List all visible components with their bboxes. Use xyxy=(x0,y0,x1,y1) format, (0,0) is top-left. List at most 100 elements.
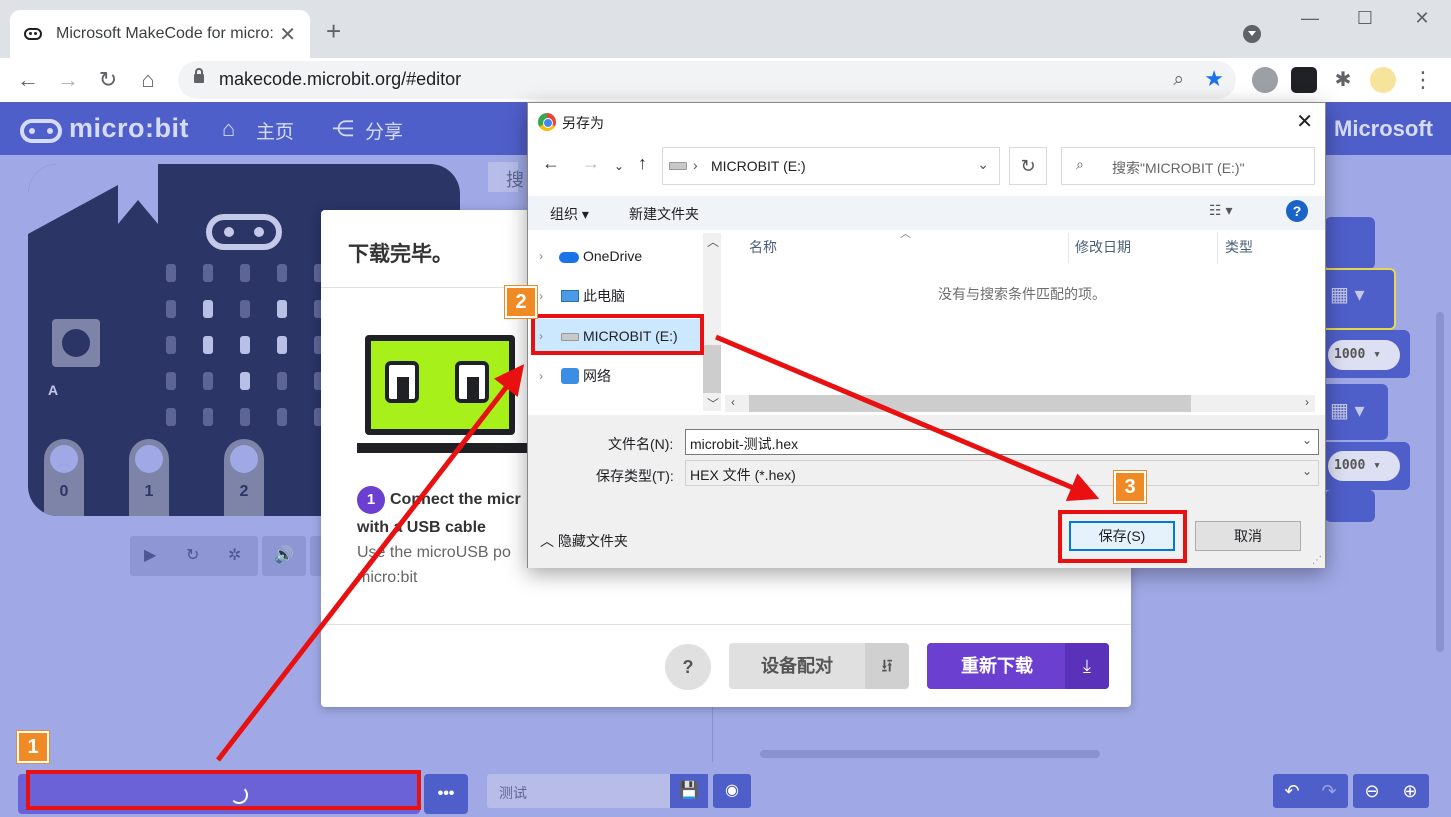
home-nav-icon[interactable]: ⌂ xyxy=(222,116,235,142)
path-breadcrumb[interactable]: › MICROBIT (E:) ⌄ xyxy=(662,147,1000,185)
nav-onedrive[interactable]: › OneDrive xyxy=(531,239,703,273)
lock-icon[interactable] xyxy=(194,68,204,83)
back-icon[interactable]: ← xyxy=(542,153,560,174)
extension-globe-icon[interactable] xyxy=(1252,67,1278,93)
chevron-down-icon[interactable]: ⌄ xyxy=(1302,464,1312,478)
save-project-icon[interactable]: 💾 xyxy=(670,774,708,808)
star-icon[interactable]: ★ xyxy=(1204,66,1224,92)
block-show-icon-2[interactable]: ▦ ▾ xyxy=(1320,384,1388,440)
sim-face-logo-icon[interactable] xyxy=(206,214,282,250)
search-box[interactable]: ⌕ 搜索"MICROBIT (E:)" xyxy=(1061,147,1315,185)
expand-arrow-icon[interactable]: › xyxy=(539,279,543,313)
new-tab-icon[interactable]: + xyxy=(326,18,341,44)
nav-this-pc[interactable]: › 此电脑 xyxy=(531,279,703,313)
undo-icon[interactable]: ↶ xyxy=(1273,774,1311,808)
hide-folders-toggle[interactable]: ︿ 隐藏文件夹 xyxy=(540,531,628,551)
profile-icon[interactable] xyxy=(1370,67,1396,93)
window-close-icon[interactable]: ✕ xyxy=(1402,8,1442,29)
home-icon[interactable]: ⌂ xyxy=(132,64,164,96)
redownload-button[interactable]: 重新下载 ⤓ xyxy=(927,643,1109,689)
resize-grip-icon[interactable]: ⋰ xyxy=(1312,555,1322,566)
expand-arrow-icon[interactable]: › xyxy=(539,359,543,393)
file-list-hscroll[interactable]: ‹ › xyxy=(725,395,1315,412)
restart-icon[interactable]: ↻ xyxy=(186,536,199,576)
block-show-icon[interactable]: ▦ ▾ xyxy=(1318,268,1396,330)
led xyxy=(166,408,176,426)
column-name[interactable]: 名称 xyxy=(749,237,777,257)
back-icon[interactable]: ← xyxy=(12,64,44,96)
debug-icon[interactable]: ✲ xyxy=(228,536,241,576)
view-options-icon[interactable]: ☷ ▾ xyxy=(1209,202,1232,219)
refresh-icon[interactable]: ↻ xyxy=(1009,147,1047,185)
extensions-icon[interactable]: ✱ xyxy=(1327,64,1359,96)
new-folder-button[interactable]: 新建文件夹 xyxy=(629,204,699,224)
browser-tab[interactable]: Microsoft MakeCode for micro:bit ✕ xyxy=(10,10,310,58)
help-button[interactable]: ? xyxy=(665,644,711,690)
file-list[interactable] xyxy=(725,233,1315,411)
breadcrumb-drive[interactable]: MICROBIT (E:) xyxy=(711,158,806,174)
up-folder-icon[interactable]: ↑ xyxy=(638,153,647,174)
column-divider[interactable] xyxy=(1068,233,1069,263)
nav-home[interactable]: 主页 xyxy=(256,117,294,144)
redo-icon[interactable]: ↷ xyxy=(1310,774,1348,808)
zoom-out-icon[interactable]: ⊖ xyxy=(1353,774,1391,808)
share-icon[interactable]: ⋲ xyxy=(332,116,354,142)
scroll-down-icon[interactable]: ﹀ xyxy=(707,395,719,412)
project-name-input[interactable]: 测试 xyxy=(487,774,671,808)
minimize-icon[interactable]: — xyxy=(1290,8,1330,29)
cancel-button[interactable]: 取消 xyxy=(1195,521,1301,551)
organize-button[interactable]: 组织 ▾ xyxy=(550,204,589,224)
github-icon[interactable]: ◉ xyxy=(713,774,751,808)
nav-pane-scrollbar[interactable]: ︿ ﹀ xyxy=(703,233,721,411)
forward-icon[interactable]: → xyxy=(582,153,600,174)
sim-button-a[interactable] xyxy=(52,319,100,367)
more-options-button[interactable]: ••• xyxy=(424,774,468,814)
toolbox-search[interactable]: 搜 xyxy=(488,162,524,192)
address-bar[interactable]: makecode.microbit.org/#editor ⌕ ★ xyxy=(178,61,1236,99)
reload-icon[interactable]: ↻ xyxy=(92,64,124,96)
pause-value-1[interactable]: 1000 ▾ xyxy=(1328,340,1400,370)
column-divider[interactable] xyxy=(1217,233,1218,263)
path-dropdown-icon[interactable]: ⌄ xyxy=(977,156,989,173)
pin-0[interactable]: 0 xyxy=(44,439,84,516)
maximize-icon[interactable]: ☐ xyxy=(1345,8,1385,29)
pin-2[interactable]: 2 xyxy=(224,439,264,516)
url-text[interactable]: makecode.microbit.org/#editor xyxy=(219,69,461,90)
block-on-start[interactable] xyxy=(1325,217,1375,269)
zoom-in-icon[interactable]: ⊕ xyxy=(1391,774,1429,808)
nav-share[interactable]: 分享 xyxy=(365,117,403,144)
mute-icon[interactable]: 🔊 xyxy=(262,536,306,576)
microbit-logo-text[interactable]: micro:bit xyxy=(69,113,189,144)
scroll-up-icon[interactable]: ︿ xyxy=(707,233,719,250)
block-forever-end[interactable] xyxy=(1325,490,1375,522)
menu-icon[interactable]: ⋮ xyxy=(1407,64,1439,96)
pin-1[interactable]: 1 xyxy=(129,439,169,516)
tab-search-icon[interactable] xyxy=(1243,25,1261,43)
pause-value-2[interactable]: 1000 ▾ xyxy=(1328,451,1400,481)
breadcrumb-chevron-icon[interactable]: › xyxy=(693,157,698,173)
workspace-vscroll[interactable] xyxy=(1436,312,1444,652)
expand-arrow-icon[interactable]: › xyxy=(539,239,543,273)
help-icon[interactable]: ? xyxy=(1286,200,1308,222)
tab-close-icon[interactable]: ✕ xyxy=(279,22,296,47)
chevron-down-icon[interactable]: ⌄ xyxy=(1302,433,1312,447)
workspace-hscroll[interactable] xyxy=(760,750,1100,758)
pair-device-button[interactable]: 设备配对 ⭿ xyxy=(729,643,909,689)
microbit-logo-icon[interactable] xyxy=(20,119,62,143)
extension-mask-icon[interactable] xyxy=(1291,67,1317,93)
column-type[interactable]: 类型 xyxy=(1225,237,1253,257)
dialog-close-icon[interactable]: ✕ xyxy=(1296,109,1313,134)
column-modified[interactable]: 修改日期 xyxy=(1075,237,1131,257)
zoom-icon[interactable]: ⌕ xyxy=(1173,69,1184,91)
scroll-right-icon[interactable]: › xyxy=(1305,395,1309,409)
nav-network[interactable]: › 网络 xyxy=(531,359,703,393)
scroll-left-icon[interactable]: ‹ xyxy=(731,395,735,409)
filename-field[interactable]: microbit-测试.hex ⌄ xyxy=(685,429,1319,455)
play-icon[interactable]: ▶ xyxy=(144,536,156,576)
scroll-thumb[interactable] xyxy=(703,345,721,393)
microsoft-logo[interactable]: Microsoft xyxy=(1334,116,1433,142)
scroll-thumb[interactable] xyxy=(749,395,1191,412)
recent-dropdown-icon[interactable]: ⌄ xyxy=(614,159,624,173)
forward-icon[interactable]: → xyxy=(52,64,84,96)
filetype-select[interactable]: HEX 文件 (*.hex) ⌄ xyxy=(685,460,1319,486)
